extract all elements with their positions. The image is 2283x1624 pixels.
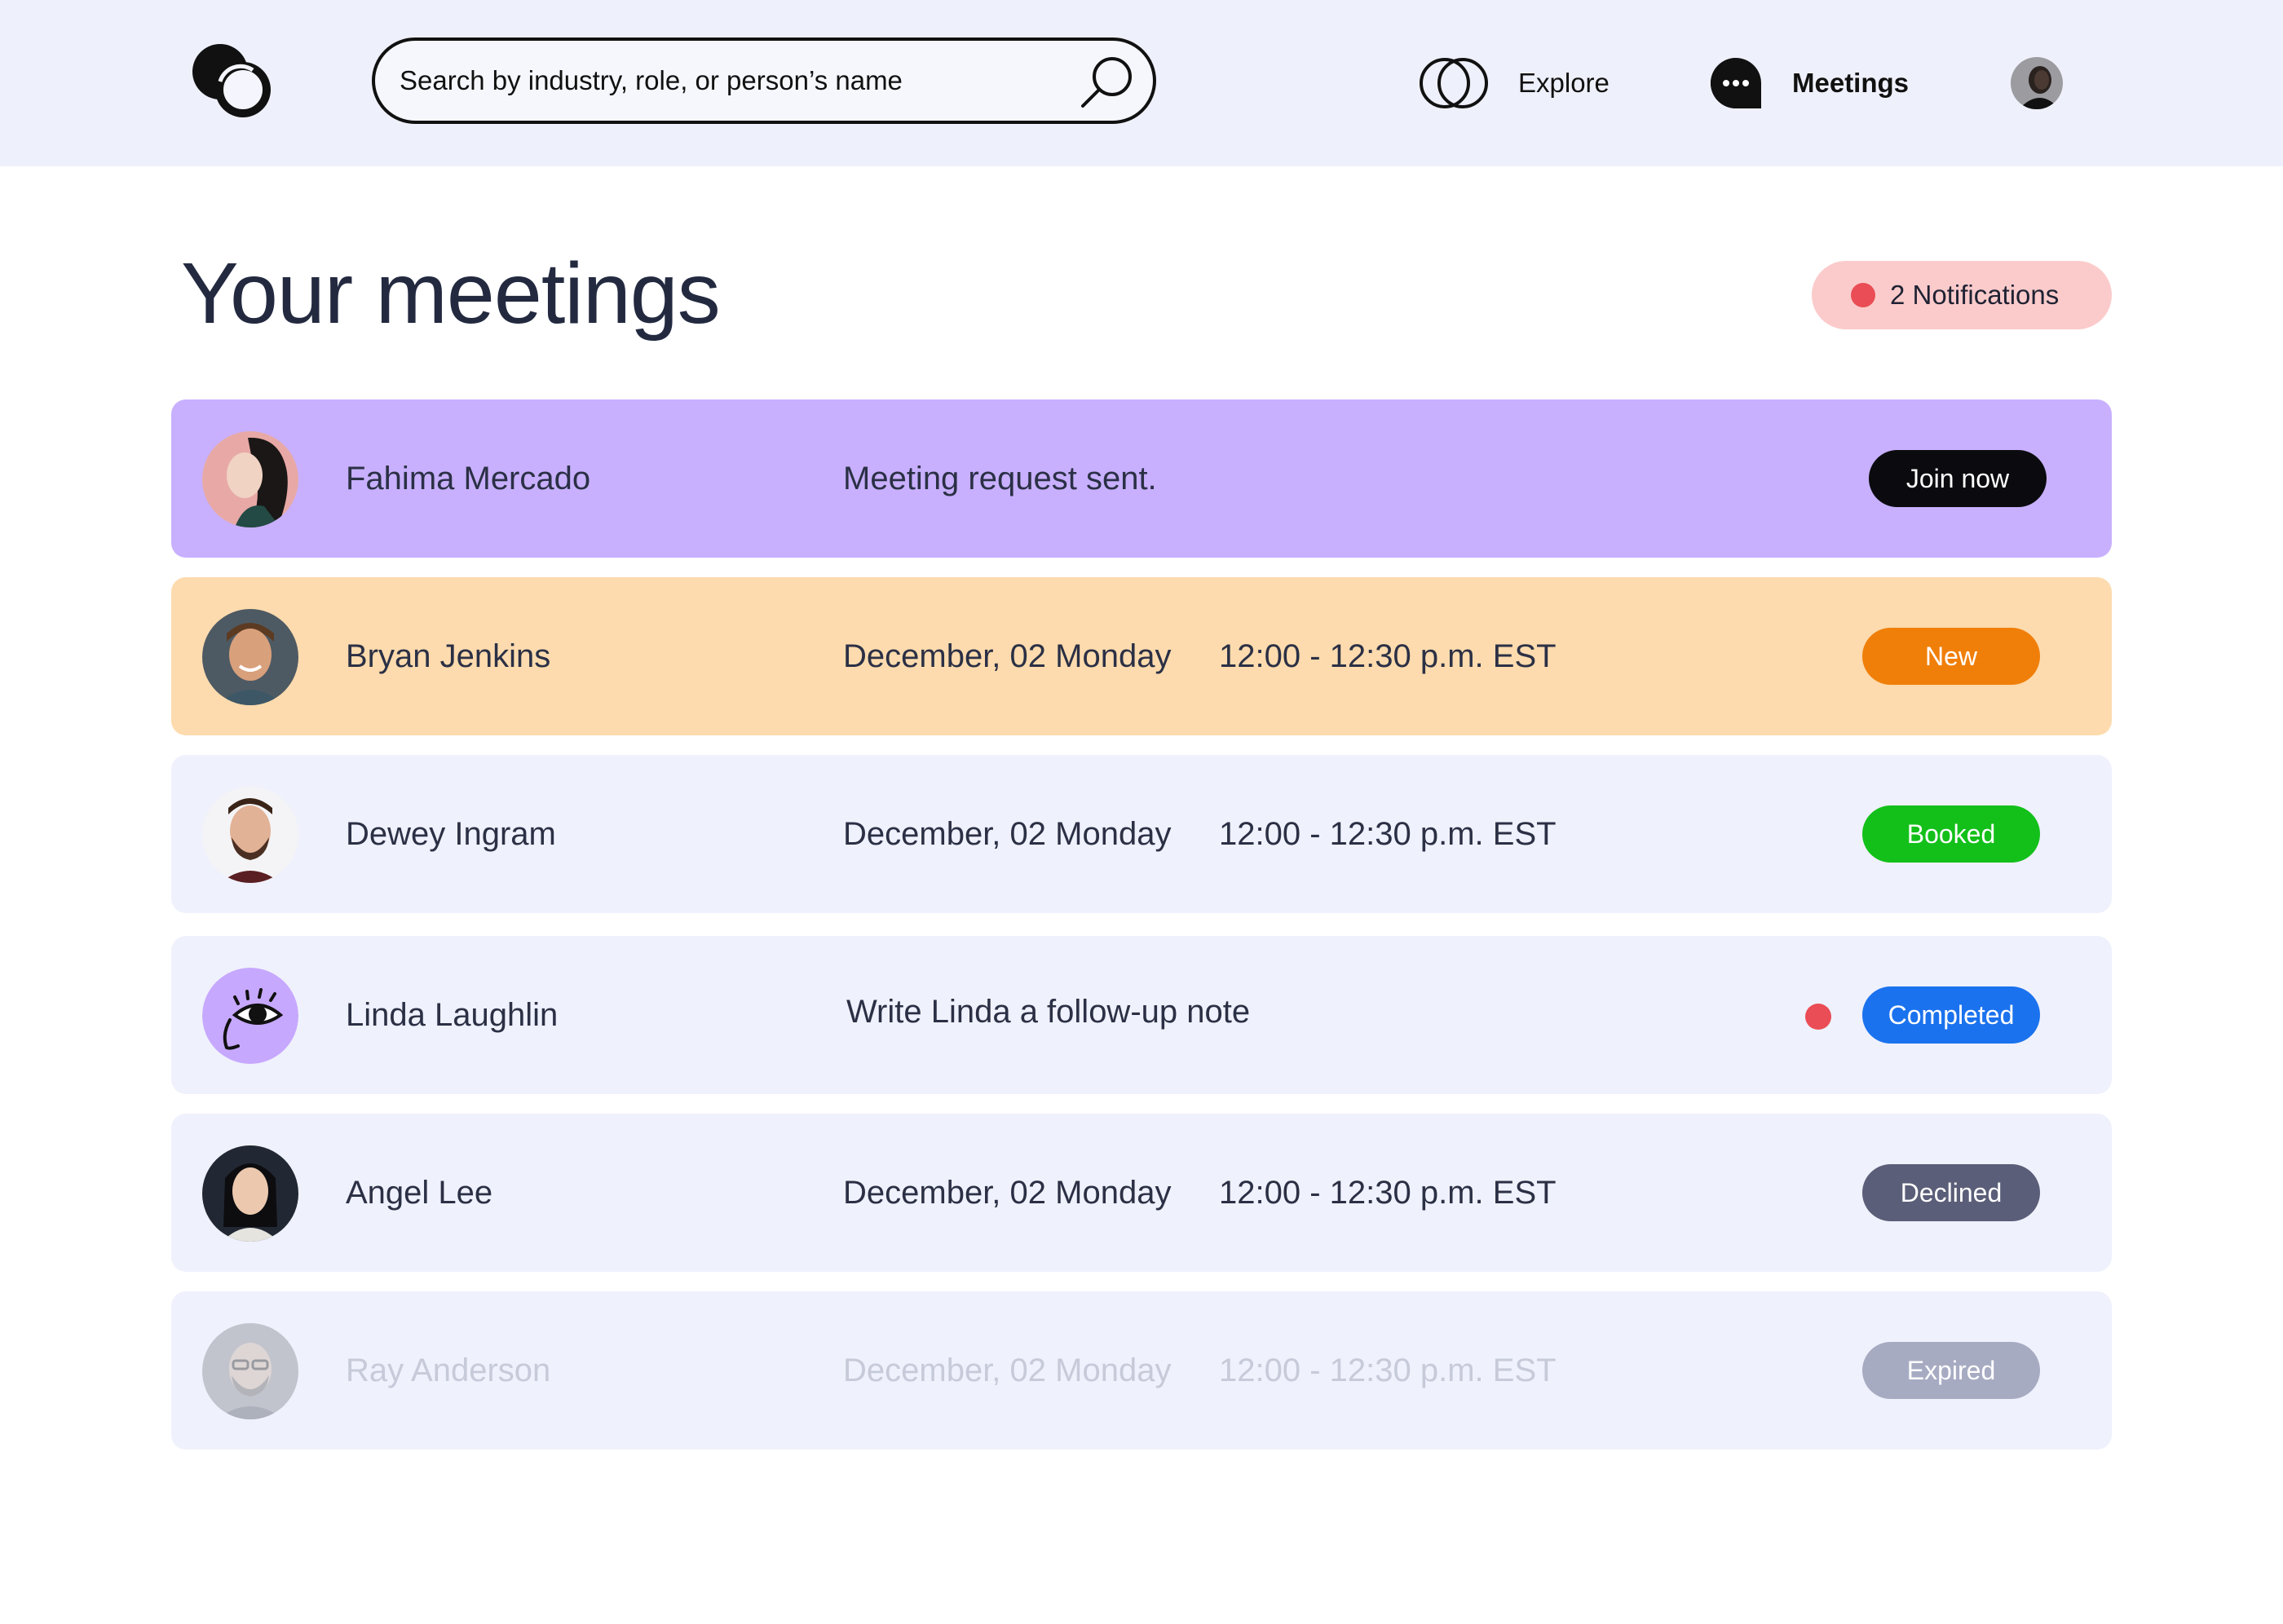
meeting-person-name: Dewey Ingram: [346, 816, 556, 852]
meetings-chat-icon: [1711, 58, 1761, 108]
status-badge-booked[interactable]: Booked: [1862, 805, 2040, 863]
meeting-date: December, 02 Monday: [843, 1175, 1172, 1211]
avatar: [202, 787, 298, 883]
meeting-time: 12:00 - 12:30 p.m. EST: [1219, 1353, 1557, 1388]
status-badge-new[interactable]: New: [1862, 628, 2040, 685]
avatar: [202, 1145, 298, 1242]
meeting-row[interactable]: Linda Laughlin Write Linda a follow-up n…: [171, 936, 2112, 1094]
meeting-time: 12:00 - 12:30 p.m. EST: [1219, 1175, 1557, 1211]
unread-dot-icon: [1805, 1004, 1831, 1030]
meeting-date: December, 02 Monday: [843, 1353, 1172, 1388]
avatar: [202, 609, 298, 705]
search-icon[interactable]: [1078, 54, 1135, 111]
meeting-row[interactable]: Bryan Jenkins December, 02 Monday 12:00 …: [171, 577, 2112, 735]
meeting-row[interactable]: Dewey Ingram December, 02 Monday 12:00 -…: [171, 755, 2112, 913]
logo-icon[interactable]: [189, 41, 279, 124]
status-badge-completed[interactable]: Completed: [1862, 986, 2040, 1044]
eye-face-icon: [202, 968, 298, 1064]
meeting-time: 12:00 - 12:30 p.m. EST: [1219, 816, 1557, 852]
meeting-message: Meeting request sent.: [843, 461, 1157, 496]
nav-meetings-label: Meetings: [1792, 68, 1910, 98]
join-now-button[interactable]: Join now: [1869, 450, 2047, 507]
meeting-row[interactable]: Ray Anderson December, 02 Monday 12:00 -…: [171, 1291, 2112, 1450]
meeting-date: December, 02 Monday: [843, 638, 1172, 674]
avatar: [202, 1323, 298, 1419]
search-bar: [372, 38, 1156, 124]
meeting-person-name: Ray Anderson: [346, 1353, 551, 1388]
meeting-person-name: Linda Laughlin: [346, 997, 559, 1033]
meeting-time: 12:00 - 12:30 p.m. EST: [1219, 638, 1557, 674]
status-badge-expired[interactable]: Expired: [1862, 1342, 2040, 1399]
meeting-row[interactable]: Angel Lee December, 02 Monday 12:00 - 12…: [171, 1114, 2112, 1272]
nav-meetings[interactable]: Meetings: [1709, 51, 1909, 116]
top-navigation-bar: Explore Meetings: [0, 0, 2283, 166]
notification-dot-icon: [1851, 283, 1875, 307]
notifications-label: 2 Notifications: [1890, 280, 2060, 310]
meeting-date: December, 02 Monday: [843, 816, 1172, 852]
notifications-badge[interactable]: 2 Notifications: [1812, 261, 2112, 329]
explore-icon: [1420, 58, 1488, 108]
status-badge-declined[interactable]: Declined: [1862, 1164, 2040, 1221]
profile-avatar[interactable]: [2011, 57, 2063, 109]
avatar: [202, 431, 298, 527]
meeting-row[interactable]: Fahima Mercado Meeting request sent. Joi…: [171, 399, 2112, 558]
meeting-person-name: Bryan Jenkins: [346, 638, 551, 674]
nav-explore[interactable]: Explore: [1419, 51, 1610, 116]
nav-explore-label: Explore: [1518, 68, 1610, 98]
meeting-person-name: Fahima Mercado: [346, 461, 591, 496]
page-title: Your meetings: [181, 245, 721, 342]
search-input[interactable]: [400, 41, 1068, 121]
meeting-person-name: Angel Lee: [346, 1175, 493, 1211]
meeting-message: Write Linda a follow-up note: [846, 994, 1251, 1030]
